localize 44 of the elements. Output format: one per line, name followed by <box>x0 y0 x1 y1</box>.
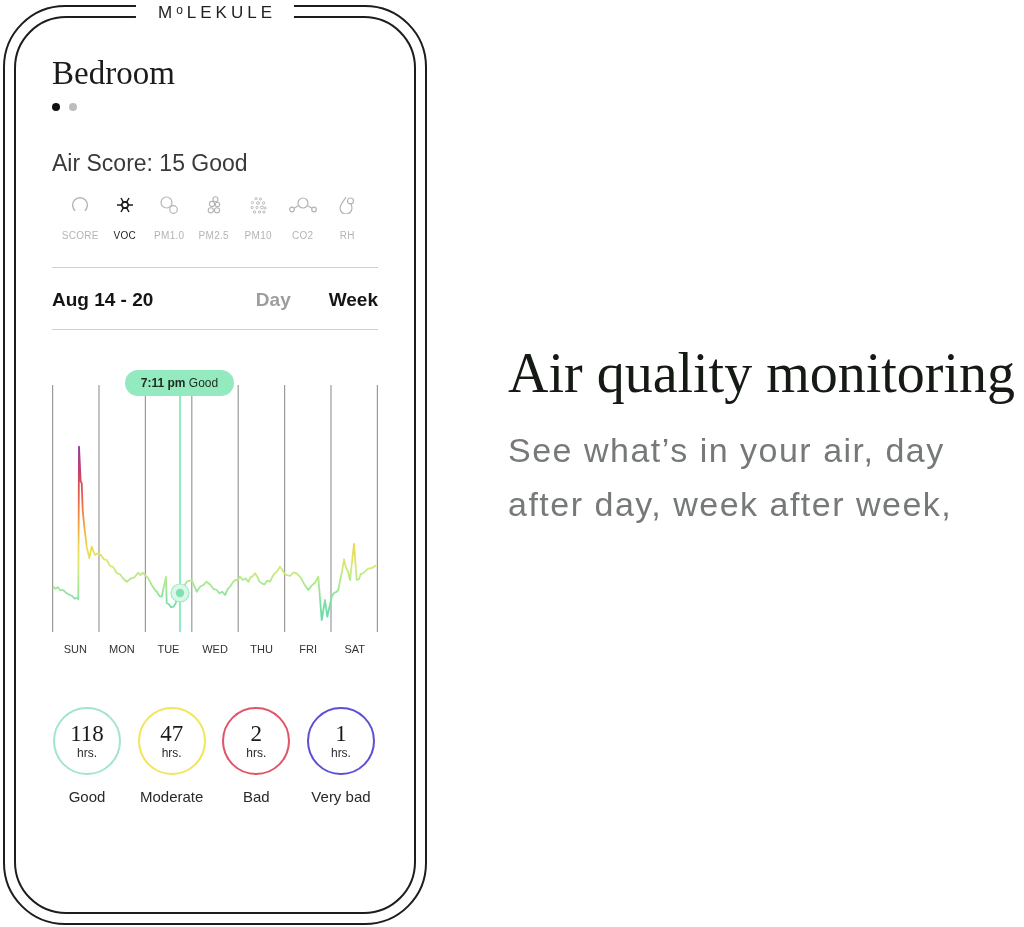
category-label: Good <box>68 788 106 806</box>
category-label: Moderate <box>139 788 204 806</box>
date-range-label: Aug 14 - 20 <box>52 289 155 311</box>
page-dot[interactable] <box>69 103 77 111</box>
hours-unit: hrs. <box>330 746 351 760</box>
day-label: SAT <box>343 643 366 656</box>
droplet-icon <box>339 196 356 214</box>
hours-value: 2 <box>250 722 263 746</box>
hours-unit: hrs. <box>77 746 97 760</box>
day-label: FRI <box>298 643 318 656</box>
hours-value: 118 <box>70 722 104 746</box>
day-label: WED <box>201 643 229 656</box>
feature-description: See what’s in your air, day after day, week after week, <box>508 430 954 525</box>
point-marker-icon <box>170 583 190 603</box>
dot-cluster-icon <box>249 196 267 214</box>
air-score-text: Air Score: 15 Good <box>52 150 249 177</box>
hours-value: 47 <box>160 722 184 746</box>
category-label: Very bad <box>311 788 371 806</box>
metric-tab[interactable]: SCORE <box>58 196 103 242</box>
molecule-icon <box>288 197 317 213</box>
hours-unit: hrs. <box>161 746 182 760</box>
metric-tab[interactable]: RH <box>325 196 370 242</box>
hexagon-molecule-icon <box>115 196 134 214</box>
metric-tab[interactable]: CO2 <box>280 196 325 242</box>
feature-heading: Air quality monitoring <box>508 342 1016 404</box>
page-dot[interactable] <box>52 103 60 111</box>
tooltip: 7:11 pm Good <box>125 370 234 396</box>
hours-unit: hrs. <box>246 746 267 760</box>
period-tab[interactable]: Day <box>255 289 291 311</box>
day-label: MON <box>108 643 136 656</box>
score-arc-icon <box>71 196 90 214</box>
metric-tab[interactable]: VOC <box>102 196 147 242</box>
room-title: Bedroom <box>52 54 176 92</box>
day-label: THU <box>249 643 274 656</box>
metric-tab[interactable]: PM1.0 <box>147 196 192 242</box>
bubbles-icon <box>160 196 179 214</box>
day-label: TUE <box>156 643 181 656</box>
metric-tab[interactable]: PM2.5 <box>191 196 236 242</box>
category-label: Bad <box>242 788 270 806</box>
bubble-cluster-icon <box>205 196 222 214</box>
day-label: SUN <box>62 643 88 656</box>
hours-value: 1 <box>335 722 347 746</box>
period-tab[interactable]: Week <box>328 289 378 311</box>
metric-tab[interactable]: PM10 <box>236 196 281 242</box>
